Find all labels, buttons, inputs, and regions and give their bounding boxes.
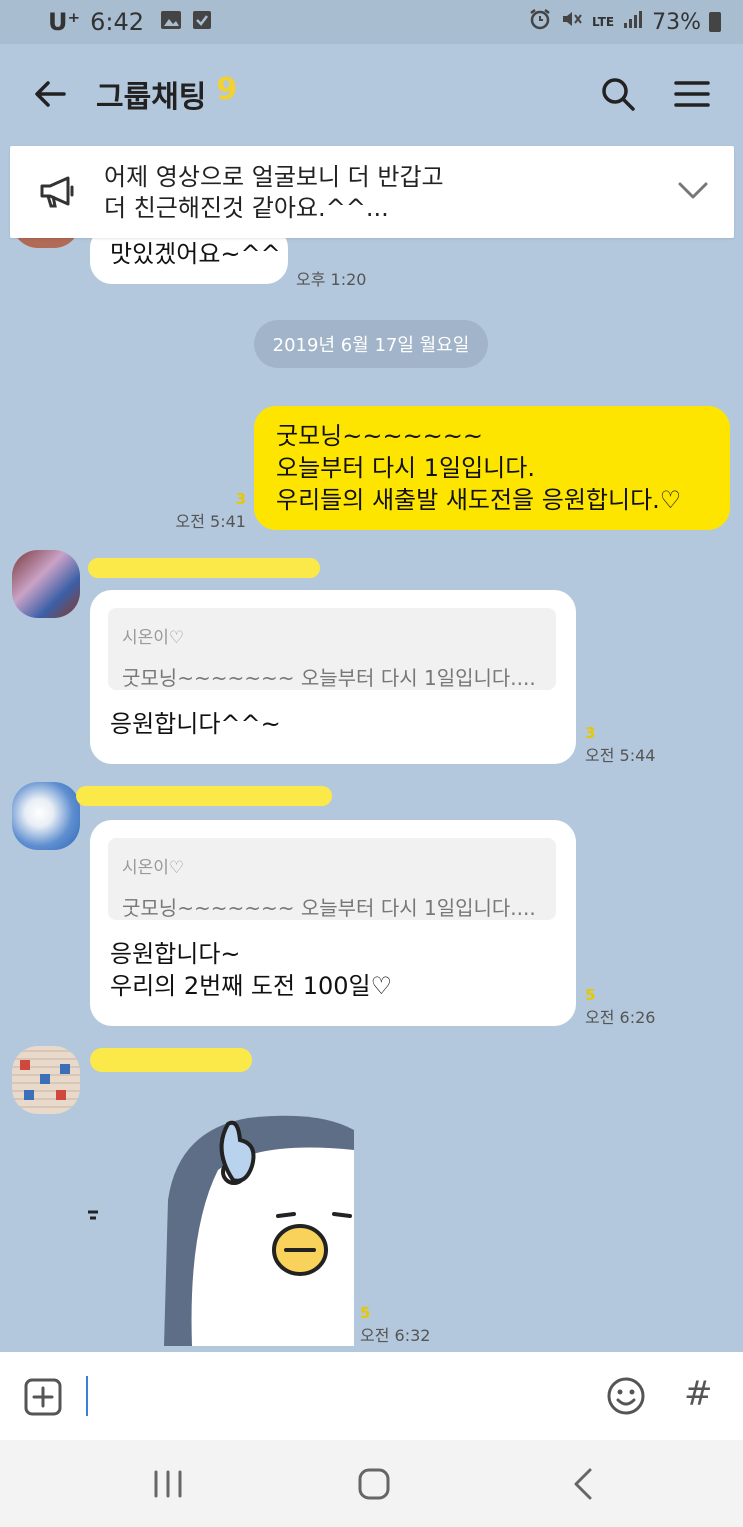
avatar[interactable] <box>12 1046 80 1114</box>
home-icon[interactable] <box>356 1466 392 1502</box>
notice-banner[interactable]: 어제 영상으로 얼굴보니 더 반갑고 더 친근해진것 같아요.^^... <box>10 146 734 238</box>
message-meta: 3 오전 5:44 <box>585 724 655 766</box>
message-meta: 5 오전 6:26 <box>585 986 655 1028</box>
battery-icon <box>709 12 721 32</box>
message-meta: 오후 1:20 <box>296 266 366 290</box>
reply-quote[interactable]: 시온이♡ 굿모닝~~~~~~~ 오늘부터 다시 1일입니다.... <box>108 608 556 690</box>
redacted-sender-name <box>90 1048 252 1072</box>
message-time: 오전 5:41 <box>175 512 246 531</box>
checkbox-icon <box>192 8 212 36</box>
unread-count: 3 <box>585 724 596 742</box>
message-text: 응원합니다~ 우리의 2번째 도전 100일♡ <box>110 940 393 1000</box>
reply-sender: 시온이♡ <box>122 858 185 878</box>
megaphone-icon <box>38 174 78 210</box>
date-divider: 2019년 6월 17일 월요일 <box>254 320 488 368</box>
chat-header: 그룹채팅 9 <box>0 44 743 144</box>
network-label: LTE <box>592 15 615 29</box>
battery-label: 73% <box>652 9 701 35</box>
my-message-bubble[interactable]: 굿모닝~~~~~~~ 오늘부터 다시 1일입니다. 우리들의 새출발 새도전을 … <box>254 406 730 530</box>
message-text: 굿모닝~~~~~~~ 오늘부터 다시 1일입니다. 우리들의 새출발 새도전을 … <box>276 422 682 514</box>
message-time: 오전 5:44 <box>585 746 656 765</box>
message-time: 오전 6:26 <box>585 1008 656 1027</box>
hashtag-search-button[interactable]: # <box>684 1374 716 1414</box>
message-time: 오후 1:20 <box>296 270 367 289</box>
recent-apps-icon[interactable] <box>150 1468 186 1500</box>
unread-count: 5 <box>585 986 596 1004</box>
message-time: 오전 6:32 <box>360 1326 431 1345</box>
emoticon-icon[interactable] <box>606 1376 646 1416</box>
message-bubble[interactable]: 시온이♡ 굿모닝~~~~~~~ 오늘부터 다시 1일입니다.... 응원합니다^… <box>90 590 576 764</box>
chevron-down-icon[interactable] <box>676 176 710 206</box>
message-bubble[interactable]: 시온이♡ 굿모닝~~~~~~~ 오늘부터 다시 1일입니다.... 응원합니다~… <box>90 820 576 1026</box>
carrier-label: U⁺ <box>48 8 81 36</box>
hamburger-menu-icon[interactable] <box>672 74 712 114</box>
notice-text: 어제 영상으로 얼굴보니 더 반갑고 더 친근해진것 같아요.^^... <box>104 163 444 222</box>
chat-title-text: 그룹채팅 <box>96 80 207 115</box>
message-text: 응원합니다^^~ <box>110 710 281 738</box>
unread-count: 3 <box>235 490 246 508</box>
status-bar: U⁺ 6:42 LTE 73% <box>0 0 743 44</box>
message-meta: 3 오전 5:41 <box>170 490 246 532</box>
message-input-bar: # <box>0 1352 743 1440</box>
back-nav-icon[interactable] <box>568 1466 598 1502</box>
back-arrow-icon[interactable] <box>30 74 70 114</box>
unread-count: 5 <box>360 1304 371 1322</box>
add-attachment-icon[interactable] <box>24 1378 62 1416</box>
reply-quote[interactable]: 시온이♡ 굿모닝~~~~~~~ 오늘부터 다시 1일입니다.... <box>108 838 556 920</box>
avatar[interactable] <box>12 550 80 618</box>
reply-text: 굿모닝~~~~~~~ 오늘부터 다시 1일입니다.... <box>122 896 536 920</box>
reply-sender: 시온이♡ <box>122 628 185 648</box>
mute-icon <box>560 7 584 37</box>
gallery-icon <box>160 8 182 36</box>
message-input-field[interactable] <box>86 1376 88 1416</box>
chat-title: 그룹채팅 9 <box>96 72 237 116</box>
message-text: 맛있겠어요~^^ <box>110 240 281 268</box>
redacted-sender-name <box>88 558 320 578</box>
reply-text: 굿모닝~~~~~~~ 오늘부터 다시 1일입니다.... <box>122 666 536 690</box>
alarm-icon <box>528 7 552 37</box>
redacted-sender-name <box>76 786 332 806</box>
search-icon[interactable] <box>598 74 638 114</box>
member-count: 9 <box>216 72 238 107</box>
signal-icon <box>622 9 644 35</box>
avatar[interactable] <box>12 782 80 850</box>
message-meta: 5 오전 6:32 <box>360 1304 430 1346</box>
system-nav-bar <box>0 1440 743 1527</box>
status-time: 6:42 <box>90 8 145 36</box>
penguin-sticker[interactable] <box>88 1110 354 1346</box>
